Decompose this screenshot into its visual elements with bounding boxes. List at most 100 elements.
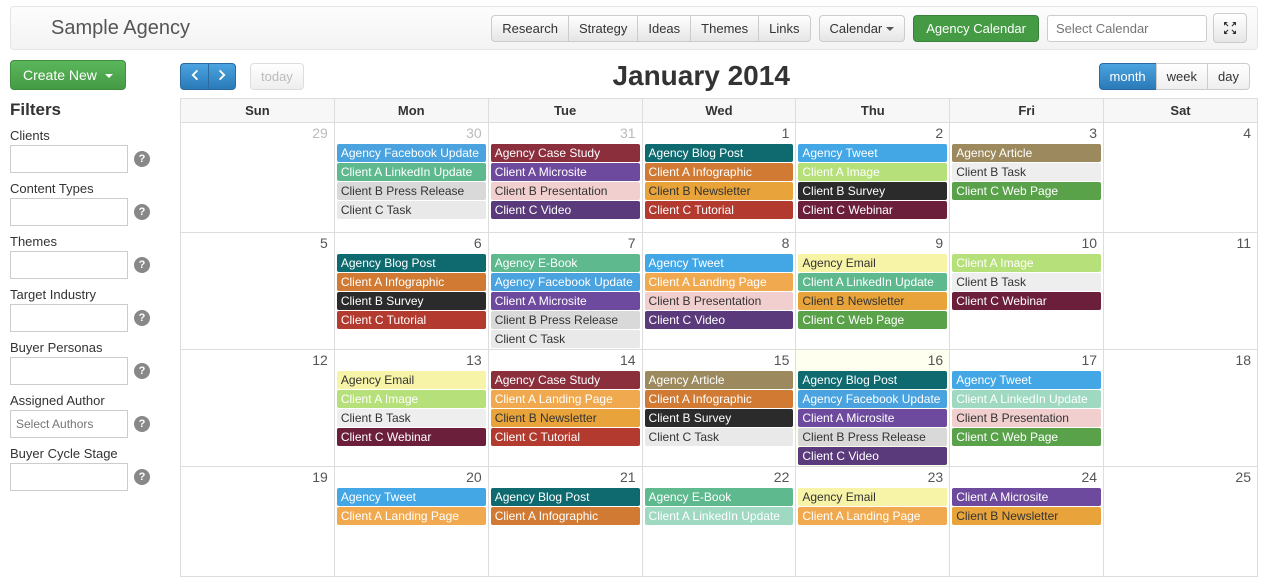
help-icon[interactable]: ?: [134, 363, 150, 379]
filter-input-clients[interactable]: [10, 145, 128, 173]
event[interactable]: Client A Microsite: [952, 488, 1101, 506]
event[interactable]: Agency Blog Post: [645, 144, 794, 162]
tab-themes[interactable]: Themes: [690, 15, 758, 42]
event[interactable]: Client B Press Release: [798, 428, 947, 446]
event[interactable]: Agency E-Book: [491, 254, 640, 272]
filter-input-buyer-personas[interactable]: [10, 357, 128, 385]
filter-input-target-industry[interactable]: [10, 304, 128, 332]
event[interactable]: Client C Web Page: [952, 428, 1101, 446]
view-day[interactable]: day: [1207, 63, 1250, 90]
day-cell[interactable]: 23Agency EmailClient A Landing Page: [796, 467, 950, 577]
day-cell[interactable]: 17Agency TweetClient A LinkedIn UpdateCl…: [950, 350, 1104, 467]
event[interactable]: Client C Tutorial: [645, 201, 794, 219]
tab-research[interactable]: Research: [491, 15, 568, 42]
event[interactable]: Client A LinkedIn Update: [798, 273, 947, 291]
day-cell[interactable]: 5: [181, 233, 335, 350]
event[interactable]: Agency Tweet: [645, 254, 794, 272]
create-new-button[interactable]: Create New: [10, 60, 126, 90]
view-month[interactable]: month: [1099, 63, 1156, 90]
event[interactable]: Client A Landing Page: [337, 507, 486, 525]
filter-input-themes[interactable]: [10, 251, 128, 279]
event[interactable]: Client C Task: [337, 201, 486, 219]
event[interactable]: Client A Infographic: [645, 390, 794, 408]
event[interactable]: Agency Facebook Update: [491, 273, 640, 291]
tab-strategy[interactable]: Strategy: [568, 15, 637, 42]
today-button[interactable]: today: [250, 63, 304, 90]
day-cell[interactable]: 8Agency TweetClient A Landing PageClient…: [642, 233, 796, 350]
day-cell[interactable]: 16Agency Blog PostAgency Facebook Update…: [796, 350, 950, 467]
event[interactable]: Client B Newsletter: [952, 507, 1101, 525]
help-icon[interactable]: ?: [134, 151, 150, 167]
day-cell[interactable]: 24Client A MicrositeClient B Newsletter: [950, 467, 1104, 577]
event[interactable]: Agency Case Study: [491, 371, 640, 389]
event[interactable]: Client B Presentation: [645, 292, 794, 310]
day-cell[interactable]: 30Agency Facebook UpdateClient A LinkedI…: [334, 123, 488, 233]
day-cell[interactable]: 29: [181, 123, 335, 233]
filter-input-content-types[interactable]: [10, 198, 128, 226]
day-cell[interactable]: 21Agency Blog PostClient A Infographic: [488, 467, 642, 577]
help-icon[interactable]: ?: [134, 257, 150, 273]
day-cell[interactable]: 7Agency E-BookAgency Facebook UpdateClie…: [488, 233, 642, 350]
day-cell[interactable]: 15Agency ArticleClient A InfographicClie…: [642, 350, 796, 467]
event[interactable]: Client A LinkedIn Update: [645, 507, 794, 525]
event[interactable]: Client A LinkedIn Update: [337, 163, 486, 181]
event[interactable]: Client C Tutorial: [491, 428, 640, 446]
event[interactable]: Client A Landing Page: [491, 390, 640, 408]
event[interactable]: Client A Microsite: [491, 163, 640, 181]
event[interactable]: Client C Video: [798, 447, 947, 465]
view-week[interactable]: week: [1156, 63, 1207, 90]
event[interactable]: Agency Email: [798, 488, 947, 506]
event[interactable]: Agency Tweet: [798, 144, 947, 162]
event[interactable]: Agency Facebook Update: [337, 144, 486, 162]
event[interactable]: Client C Tutorial: [337, 311, 486, 329]
event[interactable]: Client B Press Release: [491, 311, 640, 329]
prev-button[interactable]: [180, 63, 208, 90]
event[interactable]: Agency Tweet: [952, 371, 1101, 389]
event[interactable]: Agency Article: [645, 371, 794, 389]
event[interactable]: Client A Infographic: [491, 507, 640, 525]
filter-input-buyer-cycle-stage[interactable]: [10, 463, 128, 491]
day-cell[interactable]: 12: [181, 350, 335, 467]
day-cell[interactable]: 22Agency E-BookClient A LinkedIn Update: [642, 467, 796, 577]
event[interactable]: Client A Infographic: [645, 163, 794, 181]
event[interactable]: Client C Task: [645, 428, 794, 446]
event[interactable]: Client A Microsite: [798, 409, 947, 427]
tab-ideas[interactable]: Ideas: [637, 15, 690, 42]
event[interactable]: Client B Newsletter: [645, 182, 794, 200]
event[interactable]: Client C Web Page: [798, 311, 947, 329]
event[interactable]: Client B Newsletter: [798, 292, 947, 310]
event[interactable]: Client C Task: [491, 330, 640, 348]
next-button[interactable]: [208, 63, 236, 90]
event[interactable]: Agency Case Study: [491, 144, 640, 162]
tab-links[interactable]: Links: [758, 15, 810, 42]
event[interactable]: Client C Webinar: [337, 428, 486, 446]
event[interactable]: Agency Blog Post: [337, 254, 486, 272]
event[interactable]: Agency E-Book: [645, 488, 794, 506]
event[interactable]: Agency Article: [952, 144, 1101, 162]
event[interactable]: Agency Blog Post: [798, 371, 947, 389]
event[interactable]: Agency Blog Post: [491, 488, 640, 506]
day-cell[interactable]: 2Agency TweetClient A ImageClient B Surv…: [796, 123, 950, 233]
day-cell[interactable]: 25: [1104, 467, 1258, 577]
day-cell[interactable]: 1Agency Blog PostClient A InfographicCli…: [642, 123, 796, 233]
event[interactable]: Client B Survey: [337, 292, 486, 310]
day-cell[interactable]: 3Agency ArticleClient B TaskClient C Web…: [950, 123, 1104, 233]
event[interactable]: Client B Task: [952, 163, 1101, 181]
help-icon[interactable]: ?: [134, 310, 150, 326]
event[interactable]: Client A Landing Page: [798, 507, 947, 525]
day-cell[interactable]: 31Agency Case StudyClient A MicrositeCli…: [488, 123, 642, 233]
select-calendar-input[interactable]: [1047, 15, 1207, 42]
event[interactable]: Client B Task: [952, 273, 1101, 291]
day-cell[interactable]: 11: [1104, 233, 1258, 350]
day-cell[interactable]: 9Agency EmailClient A LinkedIn UpdateCli…: [796, 233, 950, 350]
day-cell[interactable]: 18: [1104, 350, 1258, 467]
event[interactable]: Client B Newsletter: [491, 409, 640, 427]
event[interactable]: Client B Survey: [798, 182, 947, 200]
day-cell[interactable]: 6Agency Blog PostClient A InfographicCli…: [334, 233, 488, 350]
day-cell[interactable]: 20Agency TweetClient A Landing Page: [334, 467, 488, 577]
event[interactable]: Client C Video: [491, 201, 640, 219]
event[interactable]: Client C Webinar: [952, 292, 1101, 310]
day-cell[interactable]: 14Agency Case StudyClient A Landing Page…: [488, 350, 642, 467]
calendar-dropdown[interactable]: Calendar: [819, 15, 906, 42]
fullscreen-button[interactable]: [1213, 13, 1247, 43]
